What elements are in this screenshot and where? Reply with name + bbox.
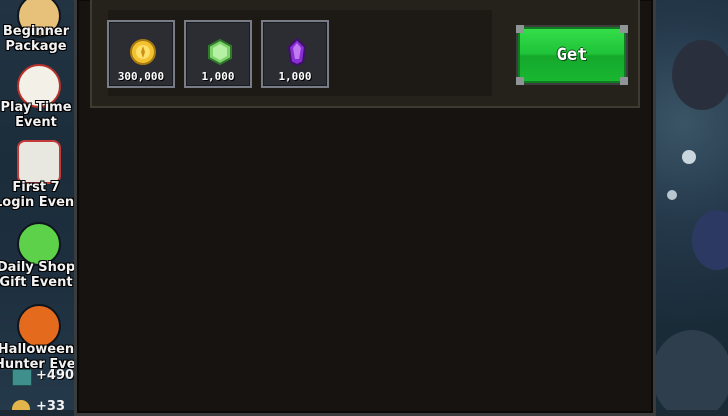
button-corner [516,25,524,33]
event-daily-shop-gift[interactable]: Daily Shop Gift Event [0,222,78,290]
calendar-icon [17,140,61,184]
event-label: Event [15,115,57,130]
get-button[interactable]: Get [516,25,628,85]
event-halloween-hunter[interactable]: Halloween Hunter Event [0,304,78,372]
event-label: Beginner [2,24,70,39]
event-label: Play Time [0,100,72,115]
button-corner [516,77,524,85]
counter-partial: +33 [36,399,65,410]
reward-quantity: 1,000 [201,70,235,83]
counter-value: +490 [36,368,75,383]
ticket-icon [12,369,32,386]
event-first-7-login[interactable]: First 7 Login Event [0,140,78,210]
event-label: Package [5,39,67,54]
event-label: Gift Event [0,275,73,290]
get-button-label: Get [556,45,588,65]
gold-coin-icon [130,39,156,65]
reward-quantity: 300,000 [117,70,165,83]
event-play-time[interactable]: Play Time Event [0,64,78,130]
reward-slot-green-gem[interactable]: 1,000 [184,20,252,88]
event-label: Halloween [0,342,75,357]
reward-quantity: 1,000 [278,70,312,83]
green-gem-icon [208,38,232,66]
purple-gem-icon [287,38,307,66]
event-label: Login Event [0,195,78,210]
reward-slot-purple-gem[interactable]: 1,000 [261,20,329,88]
game-scenery [652,0,728,410]
event-label: Daily Shop [0,260,76,275]
button-corner [620,77,628,85]
button-corner [620,25,628,33]
reward-slot-gold[interactable]: 300,000 [107,20,175,88]
coin-icon [12,400,30,410]
event-beginner-package[interactable]: Beginner Package [0,0,78,54]
event-sidebar: Beginner Package Play Time Event First 7… [0,0,78,410]
event-label: First 7 [12,180,60,195]
